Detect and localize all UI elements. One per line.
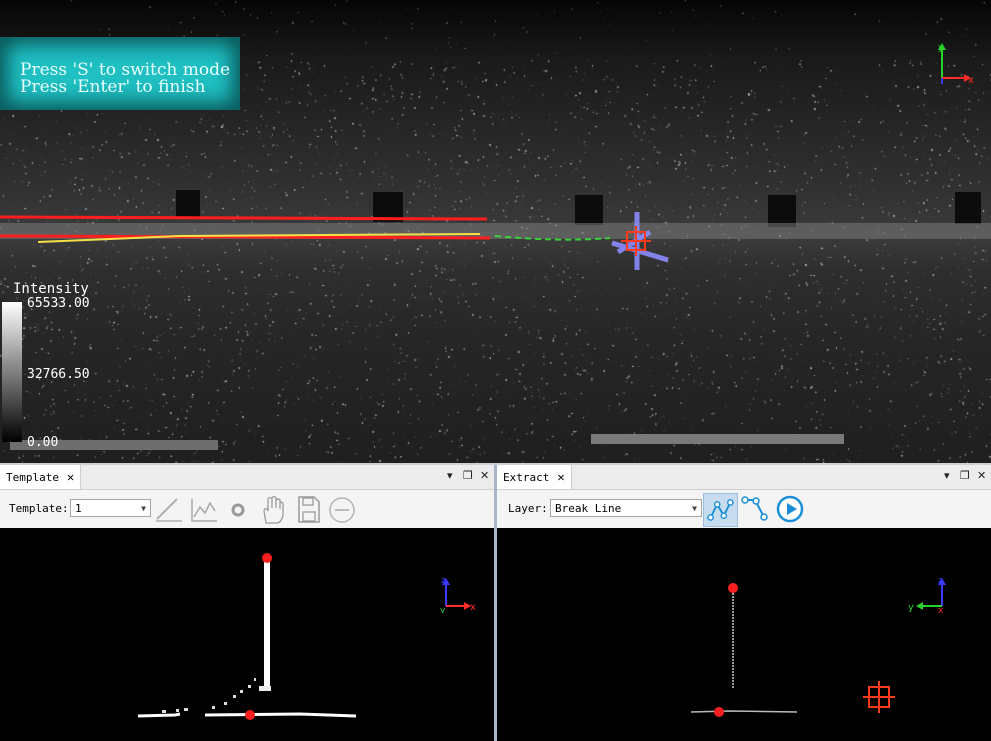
layer-label: Layer:	[508, 502, 548, 515]
template-close-icon[interactable]: ✕	[480, 469, 489, 482]
extract-toolbar: Layer: Break Line ▼	[497, 490, 991, 528]
extract-profile-view[interactable]: z y x	[497, 528, 991, 741]
template-axis-x-label: x	[470, 602, 476, 613]
template-panel: Template ✕ ▾ ❐ ✕ Template: 1 ▼ z y x	[0, 465, 495, 741]
tab-template-close-icon[interactable]: ✕	[67, 470, 74, 484]
layer-select[interactable]: Break Line ▼	[550, 499, 702, 517]
save-icon[interactable]	[292, 493, 324, 525]
extract-close-icon[interactable]: ✕	[977, 469, 986, 482]
play-icon[interactable]	[774, 493, 806, 525]
line-chart-icon[interactable]	[188, 493, 220, 525]
template-axis-z-label: z	[441, 576, 446, 586]
tab-extract[interactable]: Extract ✕	[497, 465, 572, 489]
tab-template-label: Template	[6, 471, 59, 484]
template-float-icon[interactable]: ❐	[463, 469, 473, 482]
minus-circle-icon[interactable]	[326, 493, 358, 525]
extract-panel: Extract ✕ ▾ ❐ ✕ Layer: Break Line ▼ z y …	[497, 465, 991, 741]
target-crosshair-icon	[863, 681, 895, 713]
intensity-legend-title: Intensity	[13, 281, 89, 297]
extract-axis-z-label: z	[938, 576, 943, 586]
tab-extract-label: Extract	[503, 471, 550, 484]
point-icon[interactable]	[222, 493, 254, 525]
tab-template[interactable]: Template ✕	[0, 465, 82, 489]
template-select[interactable]: 1 ▼	[70, 499, 151, 517]
polyline-icon[interactable]	[739, 493, 771, 525]
intensity-max-value: 65533.00	[27, 296, 90, 311]
intensity-color-bar	[2, 302, 22, 442]
hint-line-finish: Press 'Enter' to finish	[20, 77, 206, 97]
template-profile-plot	[137, 553, 357, 720]
template-select-value: 1	[75, 502, 82, 515]
extract-tabbar: Extract ✕ ▾ ❐ ✕	[497, 465, 991, 490]
axis-x-label: x	[968, 75, 974, 86]
lane-marking-right	[591, 434, 844, 444]
template-toolbar: Template: 1 ▼	[0, 490, 495, 528]
layer-select-value: Break Line	[555, 502, 622, 515]
template-menu-icon[interactable]: ▾	[447, 469, 453, 482]
mode-hint-box: Press 'S' to switch mode Press 'Enter' t…	[0, 37, 240, 110]
pole-silhouettes	[176, 190, 981, 227]
extract-axis-x-label: x	[938, 606, 944, 613]
template-label: Template:	[9, 502, 69, 515]
extract-axis-indicator: z y x	[908, 576, 946, 613]
view-axis-indicator: y x	[938, 43, 974, 86]
intensity-mid-value: 32766.50	[27, 367, 90, 382]
tab-extract-close-icon[interactable]: ✕	[557, 470, 564, 484]
extract-axis-y-label: y	[908, 602, 914, 613]
red-break-line-upper	[0, 215, 488, 221]
template-axis-y-label: y	[440, 606, 446, 613]
intensity-min-value: 0.00	[27, 435, 59, 450]
extract-menu-icon[interactable]: ▾	[944, 469, 950, 482]
template-tabbar: Template ✕ ▾ ❐ ✕	[0, 465, 495, 490]
chevron-down-icon: ▼	[141, 504, 146, 513]
chevron-down-icon: ▼	[692, 504, 697, 513]
template-profile-view[interactable]: z y x	[0, 528, 495, 741]
extract-float-icon[interactable]: ❐	[960, 469, 970, 482]
pencil-icon[interactable]	[153, 493, 185, 525]
extract-profile-plot	[690, 583, 895, 717]
break-line-icon[interactable]	[703, 493, 738, 527]
hand-icon[interactable]	[256, 493, 288, 525]
axis-y-label: y	[938, 43, 944, 53]
template-axis-indicator: z y x	[440, 576, 476, 613]
point-cloud-viewport[interactable]: Press 'S' to switch mode Press 'Enter' t…	[0, 0, 991, 463]
